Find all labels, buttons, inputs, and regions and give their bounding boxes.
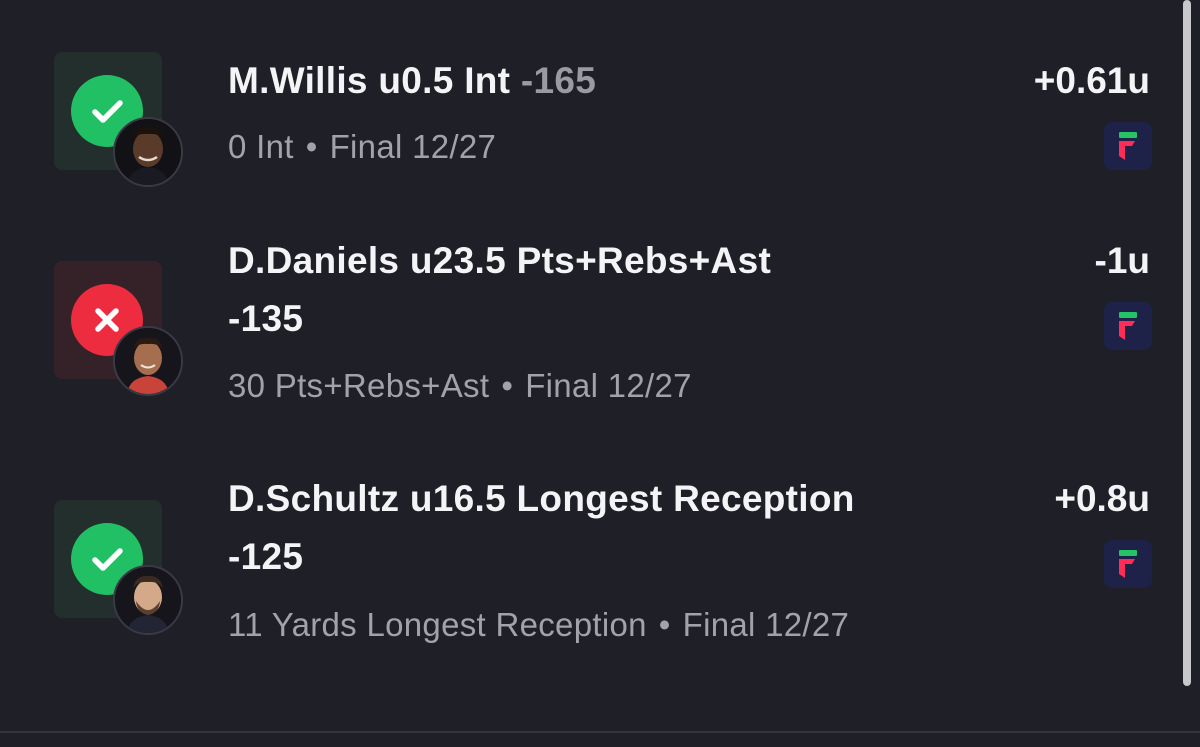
bet-subtitle: 0 Int • Final 12/27: [228, 127, 496, 167]
divider: [0, 731, 1200, 733]
result-stat: 30 Pts+Rebs+Ast: [228, 367, 490, 404]
bet-subtitle: 30 Pts+Rebs+Ast • Final 12/27: [228, 366, 692, 406]
bet-odds: -165: [520, 60, 597, 101]
bet-title: D.Daniels u23.5 Pts+Rebs+Ast -135: [228, 232, 988, 348]
result-stat: 0 Int: [228, 128, 294, 165]
game-status: Final 12/27: [525, 367, 692, 404]
bet-title: D.Schultz u16.5 Longest Reception -125: [228, 470, 988, 586]
bet-history-screen: M.Willis u0.5 Int -165 0 Int • Final 12/27…: [0, 0, 1200, 747]
separator-dot: •: [305, 128, 318, 165]
units-result: +0.61u: [1033, 60, 1150, 101]
bet-title: M.Willis u0.5 Int -165: [228, 52, 988, 110]
units-result: -1u: [1094, 240, 1151, 281]
fliff-logo[interactable]: [1104, 540, 1152, 588]
player-avatar: [113, 117, 183, 187]
player-avatar: [113, 326, 183, 396]
player-avatar: [113, 565, 183, 635]
separator-dot: •: [501, 367, 514, 404]
separator-dot: •: [658, 606, 671, 643]
bet-selection: D.Daniels u23.5 Pts+Rebs+Ast: [228, 240, 772, 281]
game-status: Final 12/27: [682, 606, 850, 643]
bet-odds: -135: [228, 298, 304, 339]
scrollbar[interactable]: [1183, 0, 1191, 686]
fliff-logo[interactable]: [1104, 122, 1152, 170]
bet-subtitle: 11 Yards Longest Reception • Final 12/27: [228, 605, 849, 645]
bet-row[interactable]: D.Schultz u16.5 Longest Reception -125 1…: [0, 460, 1180, 700]
bet-odds: -125: [228, 536, 304, 577]
bet-selection: D.Schultz u16.5 Longest Reception: [228, 478, 855, 519]
fliff-logo[interactable]: [1104, 302, 1152, 350]
game-status: Final 12/27: [329, 128, 497, 165]
result-stat: 11 Yards Longest Reception: [228, 606, 647, 643]
units-result: +0.8u: [1054, 478, 1150, 519]
bet-selection: M.Willis u0.5 Int: [228, 60, 511, 101]
bet-row[interactable]: M.Willis u0.5 Int -165 0 Int • Final 12/27…: [0, 0, 1180, 220]
bet-row[interactable]: D.Daniels u23.5 Pts+Rebs+Ast -135 30 Pts…: [0, 220, 1180, 460]
